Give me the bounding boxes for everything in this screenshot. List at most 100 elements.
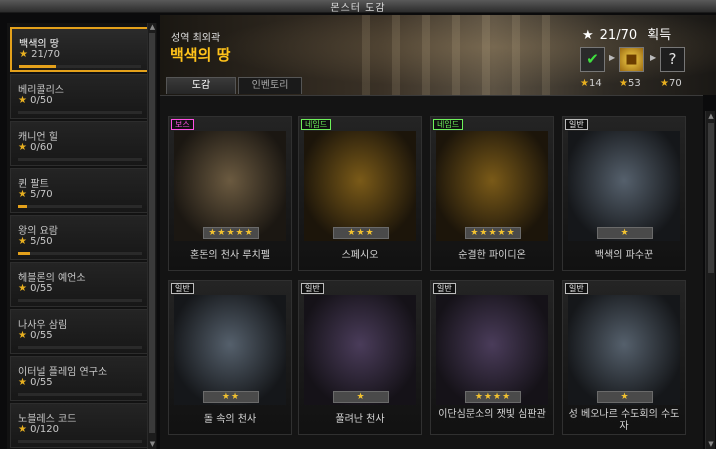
monster-card[interactable]: 일반 ★★★★ 이단심문소의 잿빛 심판관 (430, 280, 554, 435)
window-title: 몬스터 도감 (330, 3, 386, 14)
star-rating: ★ (333, 391, 389, 403)
reward-label-3: ★70 (660, 78, 682, 89)
region-item-name: 베리콜리스 (18, 85, 64, 96)
star-rating: ★★★ (333, 227, 389, 239)
region-item[interactable]: 이터널 플레임 연구소 ★ 0/55 (10, 356, 150, 401)
arrow-right-icon: ▶ (650, 53, 657, 62)
region-item-name: 나사우 삼림 (18, 320, 68, 331)
star-rating: ★ (597, 391, 653, 403)
monster-portrait (568, 295, 680, 405)
region-progress-bar (18, 205, 142, 208)
monster-grade-badge: 네임드 (433, 119, 464, 130)
region-progress-bar (18, 299, 142, 302)
region-item-name: 캐니언 힐 (18, 132, 58, 143)
region-item[interactable]: 캐니언 힐 ★ 0/60 (10, 121, 150, 166)
star-rating: ★★ (203, 391, 259, 403)
star-icon: ★ (18, 330, 27, 341)
window-titlebar: 몬스터 도감 (0, 0, 716, 14)
region-item-count: ★ 0/120 (18, 424, 59, 435)
collect-count: 21/70 (599, 28, 638, 43)
reward-tier-3[interactable]: ? (660, 47, 685, 72)
collect-label: 획득 (647, 28, 672, 43)
arrow-right-icon: ▶ (609, 53, 616, 62)
monster-portrait (568, 131, 680, 241)
tab-inventory[interactable]: 인벤토리 (238, 77, 302, 94)
gold-chest-icon: ■ (625, 52, 638, 67)
region-item-name: 왕의 요람 (18, 226, 58, 237)
grid-scrollbar[interactable]: ▲ ▼ (705, 111, 715, 449)
region-item[interactable]: 노블레스 코드 ★ 0/120 (10, 403, 150, 448)
monster-portrait (304, 131, 416, 241)
scroll-down-icon[interactable]: ▼ (148, 440, 157, 449)
checkmark-icon: ✔ (586, 50, 599, 68)
region-item-count: ★ 5/50 (18, 236, 53, 247)
region-progress-fill (18, 205, 27, 208)
monster-portrait (174, 295, 286, 405)
region-item[interactable]: 헤블론의 예언소 ★ 0/55 (10, 262, 150, 307)
region-item-count: ★ 21/70 (19, 49, 60, 60)
region-item-name: 노블레스 코드 (18, 414, 77, 425)
star-icon: ★ (18, 424, 27, 435)
star-icon: ★ (18, 377, 27, 388)
region-item-name: 헤블론의 예언소 (18, 273, 86, 284)
star-rating: ★ (597, 227, 653, 239)
tab-collection[interactable]: 도감 (166, 77, 236, 94)
monster-card[interactable]: 일반 ★ 성 베오나르 수도회의 수도자 (562, 280, 686, 435)
region-list: 백색의 땅 ★ 21/70 베리콜리스 ★ 0/50 캐니언 힐 ★ 0/60 퀸 팔트 ★ … (7, 23, 157, 449)
sidebar-scrollbar[interactable]: ▲ ▼ (147, 23, 156, 449)
reward-label-2: ★53 (619, 78, 641, 89)
region-item-name: 퀸 팔트 (18, 179, 49, 190)
header-background-art (340, 15, 570, 95)
monster-card[interactable]: 일반 ★★ 돌 속의 천사 (168, 280, 292, 435)
region-item-count: ★ 0/50 (18, 95, 53, 106)
region-progress-bar (18, 158, 142, 161)
star-icon: ★ (19, 49, 28, 60)
monster-name: 풀려난 천사 (335, 414, 385, 425)
sidebar-scroll-thumb[interactable] (149, 33, 155, 433)
region-item-name: 백색의 땅 (19, 39, 59, 50)
reward-label-1: ★14 (580, 78, 602, 89)
star-icon: ★ (18, 189, 27, 200)
region-progress-bar (18, 111, 142, 114)
star-icon: ★ (18, 95, 27, 106)
star-rating: ★★★★★ (465, 227, 521, 239)
monster-name: 이단심문소의 잿빛 심판관 (438, 409, 546, 420)
monster-name: 백색의 파수꾼 (594, 250, 654, 261)
scroll-down-icon[interactable]: ▼ (706, 439, 716, 449)
monster-card[interactable]: 일반 ★ 풀려난 천사 (298, 280, 422, 435)
region-progress-bar (19, 65, 141, 68)
question-mark-icon: ? (668, 50, 677, 68)
region-title: 백색의 땅 (170, 46, 231, 64)
scroll-up-icon[interactable]: ▲ (148, 23, 157, 32)
monster-grade-badge: 네임드 (301, 119, 332, 130)
monster-card-grid: 보스 ★★★★★ 혼돈의 천사 루치펠 네임드 ★★★ 스페시오 네임드 ★★★★★ 순결한 파… (160, 95, 703, 449)
star-icon: ★ (18, 236, 27, 247)
region-item-count: ★ 5/70 (18, 189, 53, 200)
grid-scroll-thumb[interactable] (708, 123, 714, 273)
region-item-count: ★ 0/55 (18, 283, 53, 294)
region-item-count: ★ 0/55 (18, 377, 53, 388)
monster-name: 순결한 파이디온 (458, 250, 526, 261)
region-item-count: ★ 0/60 (18, 142, 53, 153)
region-item[interactable]: 퀸 팔트 ★ 5/70 (10, 168, 150, 213)
collection-counter: ★ 21/70 획득 (582, 24, 671, 43)
region-progress-fill (19, 65, 56, 68)
monster-card[interactable]: 보스 ★★★★★ 혼돈의 천사 루치펠 (168, 116, 292, 271)
monster-card[interactable]: 네임드 ★★★★★ 순결한 파이디온 (430, 116, 554, 271)
monster-portrait (436, 295, 548, 405)
monster-name: 스페시오 (341, 250, 379, 261)
region-progress-bar (18, 440, 142, 443)
region-item[interactable]: 베리콜리스 ★ 0/50 (10, 74, 150, 119)
star-rating: ★★★★★ (203, 227, 259, 239)
monster-card[interactable]: 일반 ★ 백색의 파수꾼 (562, 116, 686, 271)
region-progress-bar (18, 393, 142, 396)
reward-tier-1[interactable]: ✔ (580, 47, 605, 72)
monster-card[interactable]: 네임드 ★★★ 스페시오 (298, 116, 422, 271)
region-item[interactable]: 왕의 요람 ★ 5/50 (10, 215, 150, 260)
region-item[interactable]: 나사우 삼림 ★ 0/55 (10, 309, 150, 354)
scroll-up-icon[interactable]: ▲ (706, 111, 716, 121)
region-item-count: ★ 0/55 (18, 330, 53, 341)
star-icon: ★ (18, 283, 27, 294)
region-item[interactable]: 백색의 땅 ★ 21/70 (10, 27, 150, 72)
reward-tier-2[interactable]: ■ (619, 47, 644, 72)
